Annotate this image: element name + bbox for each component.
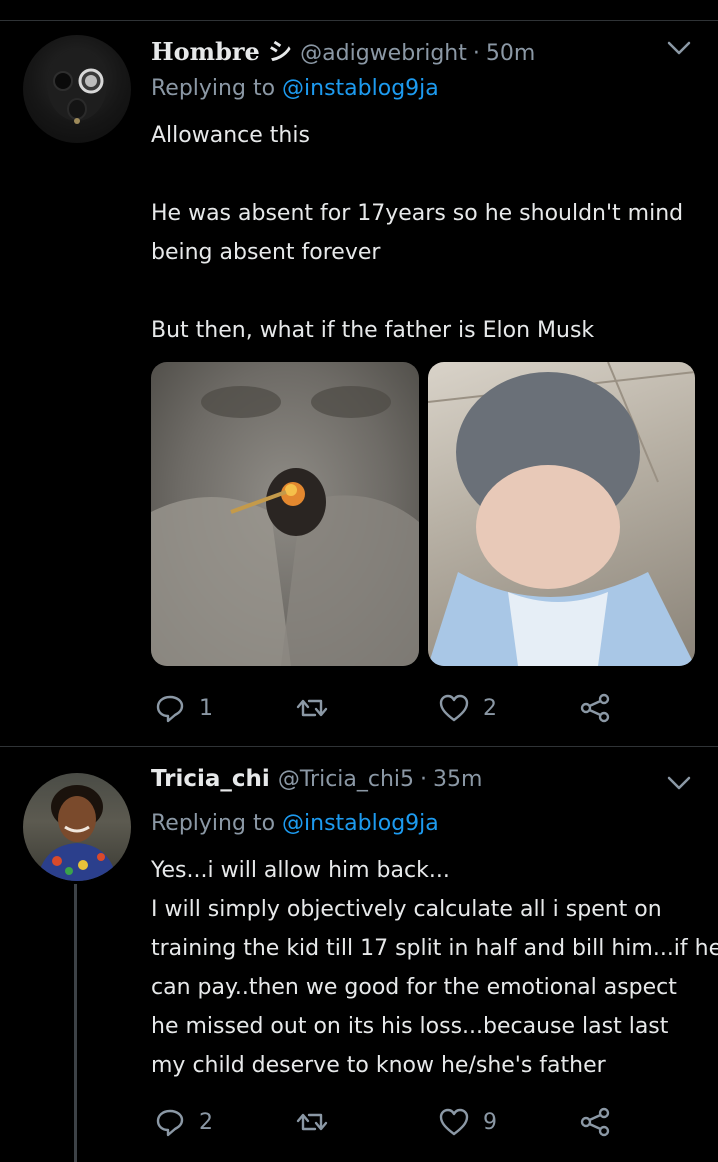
tweet-actions: 1 2 [151, 688, 699, 728]
media-image-old-man-smoking[interactable] [151, 362, 419, 666]
tweet-line: he missed out on its his loss...because … [151, 1014, 669, 1039]
display-name[interactable]: Tricia_chi [151, 766, 270, 792]
retweet-icon [296, 699, 328, 717]
replying-to: Replying to @instablog9ja [151, 76, 439, 101]
like-count: 9 [483, 1109, 497, 1135]
replying-to-link[interactable]: @instablog9ja [282, 76, 439, 101]
media-image-baby[interactable] [428, 362, 695, 666]
tweet-text: Allowance this He was absent for 17years… [151, 116, 699, 350]
like-button[interactable]: 9 [437, 1102, 497, 1142]
handle[interactable]: @adigwebright [300, 41, 467, 66]
chevron-down-icon[interactable] [664, 38, 694, 58]
thread-line [74, 884, 77, 1162]
display-name[interactable]: Hombre シ [151, 32, 292, 67]
handle[interactable]: @Tricia_chi5 [278, 767, 414, 792]
avatar[interactable] [23, 35, 131, 143]
reply-button[interactable]: 2 [153, 1102, 213, 1142]
tweet-text: Yes...i will allow him back... I will si… [151, 851, 718, 1085]
replying-to-link[interactable]: @instablog9ja [282, 811, 439, 836]
replying-to: Replying to @instablog9ja [151, 811, 439, 836]
tweet-line: Allowance this [151, 123, 310, 148]
tweet-line: being absent forever [151, 240, 381, 265]
tweet-line: training the kid till 17 split in half a… [151, 936, 718, 961]
tweet-line: can pay..then we good for the emotional … [151, 975, 677, 1000]
tweet-header: Tricia_chi @Tricia_chi5 · 35m [151, 766, 482, 802]
tweet-line: He was absent for 17years so he shouldn'… [151, 201, 684, 226]
separator-dot: · [472, 41, 480, 66]
share-button[interactable] [578, 688, 612, 728]
timestamp[interactable]: 35m [433, 767, 482, 792]
tweet-line: I will simply objectively calculate all … [151, 897, 662, 922]
reply-icon [156, 1109, 184, 1137]
reply-button[interactable]: 1 [153, 688, 213, 728]
like-button[interactable]: 2 [437, 688, 497, 728]
tweet-divider [0, 746, 718, 747]
tweet-header: Hombre シ @adigwebright · 50m [151, 32, 535, 68]
tweet-line [151, 155, 699, 194]
reply-icon [156, 695, 184, 723]
top-divider [0, 20, 718, 21]
replying-prefix: Replying to [151, 811, 283, 836]
chevron-down-icon[interactable] [664, 773, 694, 793]
like-icon [439, 1108, 469, 1136]
timestamp[interactable]: 50m [486, 41, 535, 66]
tweet-line [151, 272, 699, 311]
retweet-icon [296, 1113, 328, 1131]
retweet-button[interactable] [295, 1102, 341, 1142]
reply-count: 2 [199, 1109, 213, 1135]
tweet-actions: 2 9 [151, 1102, 699, 1142]
replying-prefix: Replying to [151, 76, 283, 101]
reply-count: 1 [199, 695, 213, 721]
share-icon [580, 1107, 610, 1137]
share-button[interactable] [578, 1102, 612, 1142]
like-icon [439, 694, 469, 722]
tweet-line: Yes...i will allow him back... [151, 858, 450, 883]
share-icon [580, 693, 610, 723]
avatar[interactable] [23, 773, 131, 881]
separator-dot: · [420, 767, 428, 792]
like-count: 2 [483, 695, 497, 721]
tweet-line: But then, what if the father is Elon Mus… [151, 318, 595, 343]
tweet-line: my child deserve to know he/she's father [151, 1053, 606, 1078]
retweet-button[interactable] [295, 688, 341, 728]
